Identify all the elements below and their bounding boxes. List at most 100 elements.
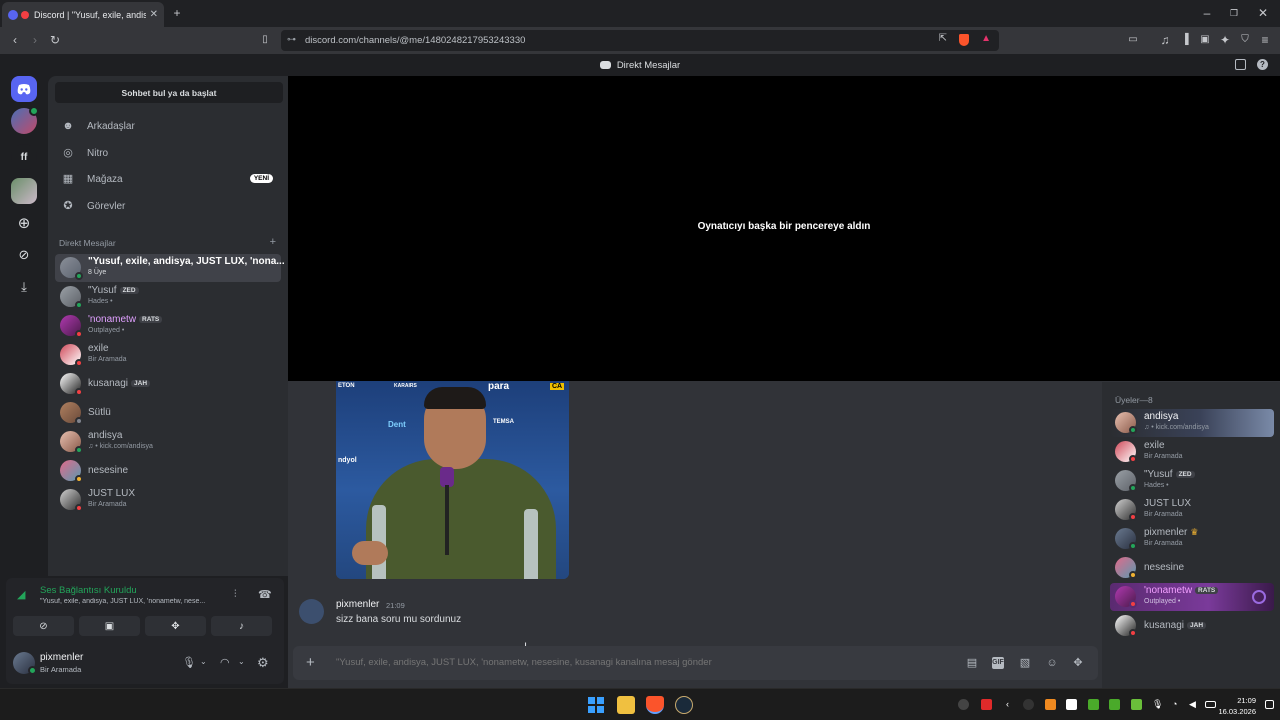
tray-app-icon[interactable] — [1088, 699, 1099, 710]
brave-browser-icon[interactable] — [646, 696, 664, 714]
battery-icon[interactable] — [1205, 701, 1216, 708]
tray-mic-icon[interactable]: 🎙︎ — [1152, 699, 1163, 710]
member-justlux[interactable]: JUST LUX Bir Aramada — [1110, 496, 1274, 524]
tray-app-icon[interactable] — [1066, 699, 1077, 710]
menu-icon[interactable]: ≡ — [1258, 33, 1272, 47]
brave-rewards-icon[interactable]: ▲ — [981, 33, 991, 44]
reader-icon[interactable]: ▭ — [1126, 33, 1140, 47]
help-icon[interactable]: ? — [1257, 59, 1268, 70]
noise-suppression-icon[interactable]: ⫶ — [234, 589, 237, 600]
member-pixmenler[interactable]: pixmenler ♛ Bir Aramada — [1110, 525, 1274, 553]
dm-item-group[interactable]: "Yusuf, exile, andisya, JUST LUX, 'nona.… — [55, 254, 285, 282]
discord-home-icon[interactable] — [11, 76, 37, 102]
share-icon[interactable]: ⇱ — [939, 33, 947, 44]
member-andisya[interactable]: andisya ♫ • kick.com/andisya — [1110, 409, 1274, 437]
file-explorer-icon[interactable] — [617, 696, 635, 714]
nav-friends[interactable]: ☻ Arkadaşlar — [55, 114, 283, 138]
minimize-icon[interactable]: – — [1200, 6, 1214, 20]
league-client-icon[interactable] — [675, 696, 693, 714]
forward-icon[interactable]: › — [28, 33, 42, 47]
tray-app-icon[interactable] — [1023, 699, 1034, 710]
site-info-icon[interactable]: ⊶ — [287, 34, 296, 45]
sticker-icon[interactable]: ▧ — [1019, 657, 1031, 669]
call-stage[interactable]: Oynatıcıyı başka bir pencereye aldın — [288, 76, 1280, 381]
add-attachment-icon[interactable]: + — [306, 654, 315, 671]
speaker-hair — [424, 387, 486, 409]
tray-app-icon[interactable] — [1131, 699, 1142, 710]
chevron-down-icon[interactable]: ⌄ — [200, 657, 207, 666]
emoji-icon[interactable]: ☺ — [1046, 657, 1058, 669]
tray-app-icon[interactable] — [958, 699, 969, 710]
camera-off-button[interactable]: ⊘ — [13, 616, 74, 636]
screen-share-button[interactable]: ▣ — [79, 616, 140, 636]
dm-item-justlux[interactable]: JUST LUX Bir Aramada — [55, 486, 281, 514]
tab-close-icon[interactable]: ✕ — [150, 9, 158, 20]
dm-item-nonametw[interactable]: 'nonametw RATS Outplayed • — [55, 312, 281, 340]
close-window-icon[interactable]: ✕ — [1256, 6, 1270, 20]
dm-item-andisya[interactable]: andisya ♫ • kick.com/andisya — [55, 428, 281, 456]
activities-button[interactable]: ✥ — [145, 616, 206, 636]
download-icon[interactable]: ⤓ — [11, 274, 37, 300]
taskbar-clock[interactable]: 21:09 16.03.2026 — [1218, 695, 1256, 717]
server-avatar-1[interactable] — [11, 106, 39, 134]
sidebar-toggle-icon[interactable]: ▐ — [1178, 33, 1192, 47]
add-server-icon[interactable]: ⊕ — [11, 210, 37, 236]
member-nonametw[interactable]: 'nonametw RATS Outplayed • — [1110, 583, 1274, 611]
tray-app-icon[interactable] — [981, 699, 992, 710]
vpn-icon[interactable]: ⛉ — [1238, 33, 1252, 47]
headphones-icon[interactable]: ◠ — [220, 656, 230, 669]
reload-icon[interactable]: ↻ — [48, 33, 62, 47]
disconnect-icon[interactable]: ☎ — [258, 588, 272, 601]
message-author[interactable]: pixmenler — [336, 599, 379, 610]
message-input[interactable] — [336, 657, 956, 668]
media-icon[interactable]: ♫ — [1158, 33, 1172, 47]
brave-shield-icon[interactable] — [959, 34, 969, 46]
server-avatar-2[interactable] — [11, 178, 37, 204]
notification-icon[interactable] — [1265, 700, 1274, 709]
back-icon[interactable]: ‹ — [8, 33, 22, 47]
dm-item-exile[interactable]: exile Bir Aramada — [55, 341, 281, 369]
dm-item-kusanagi[interactable]: kusanagi JAH — [55, 370, 281, 398]
wallet-icon[interactable]: ▣ — [1198, 33, 1212, 47]
find-conversation-button[interactable]: Sohbet bul ya da başlat — [55, 82, 283, 103]
nav-quests[interactable]: ✪ Görevler — [55, 194, 283, 218]
microphone-icon[interactable]: 🎙︎ — [182, 656, 196, 669]
wifi-icon[interactable]: ◔ — [1172, 699, 1183, 710]
create-dm-icon[interactable]: + — [270, 236, 276, 248]
settings-gear-icon[interactable]: ⚙ — [257, 655, 269, 671]
user-name[interactable]: pixmenler — [40, 652, 83, 663]
tray-app-icon[interactable] — [1109, 699, 1120, 710]
discover-icon[interactable]: ⊘ — [11, 242, 37, 268]
windows-start-icon[interactable] — [588, 697, 604, 713]
server-ff-icon[interactable]: ff — [11, 144, 37, 170]
soundboard-button[interactable]: ♪ — [211, 616, 272, 636]
gif-icon[interactable]: GIF — [992, 657, 1004, 669]
voice-channel[interactable]: "Yusuf, exile, andisya, JUST LUX, 'nonam… — [40, 598, 224, 605]
nav-shop[interactable]: ▦ Mağaza YENİ — [55, 167, 283, 191]
tray-app-icon[interactable]: ‹ — [1002, 699, 1013, 710]
apps-icon[interactable]: ✥ — [1072, 657, 1084, 669]
leo-ai-icon[interactable]: ✦ — [1218, 33, 1232, 47]
browser-tab[interactable]: Discord | "Yusuf, exile, andis... ✕ — [2, 2, 164, 27]
message-avatar[interactable] — [299, 599, 324, 624]
inbox-icon[interactable] — [1235, 59, 1246, 70]
member-yusuf[interactable]: "Yusuf ZED Hades • — [1110, 467, 1274, 495]
nav-nitro[interactable]: ◎ Nitro — [55, 141, 283, 165]
tray-app-icon[interactable] — [1045, 699, 1056, 710]
chevron-down-icon[interactable]: ⌄ — [238, 657, 245, 666]
video-attachment[interactable]: ETON KARAIRS para TEMSA Dent ndyol CA — [336, 381, 569, 579]
dm-item-nesesine[interactable]: nesesine — [55, 457, 281, 485]
member-exile[interactable]: exile Bir Aramada — [1110, 438, 1274, 466]
member-kusanagi[interactable]: kusanagi JAH — [1110, 612, 1274, 640]
status-dnd-icon — [1129, 513, 1137, 521]
dm-item-sutlu[interactable]: Sütlü — [55, 399, 281, 427]
new-tab-button[interactable]: + — [170, 6, 184, 20]
maximize-icon[interactable]: ❐ — [1227, 6, 1241, 20]
member-nesesine[interactable]: nesesine — [1110, 554, 1274, 582]
url-field[interactable]: ⊶ discord.com/channels/@me/1480248217953… — [281, 30, 999, 51]
volume-icon[interactable]: ◀ — [1189, 699, 1200, 710]
dm-item-yusuf[interactable]: "Yusuf ZED Hades • — [55, 283, 281, 311]
voice-status[interactable]: Ses Bağlantısı Kuruldu — [40, 585, 137, 596]
gift-icon[interactable]: ▤ — [966, 657, 978, 669]
bookmark-icon[interactable]: ▯ — [258, 33, 272, 47]
